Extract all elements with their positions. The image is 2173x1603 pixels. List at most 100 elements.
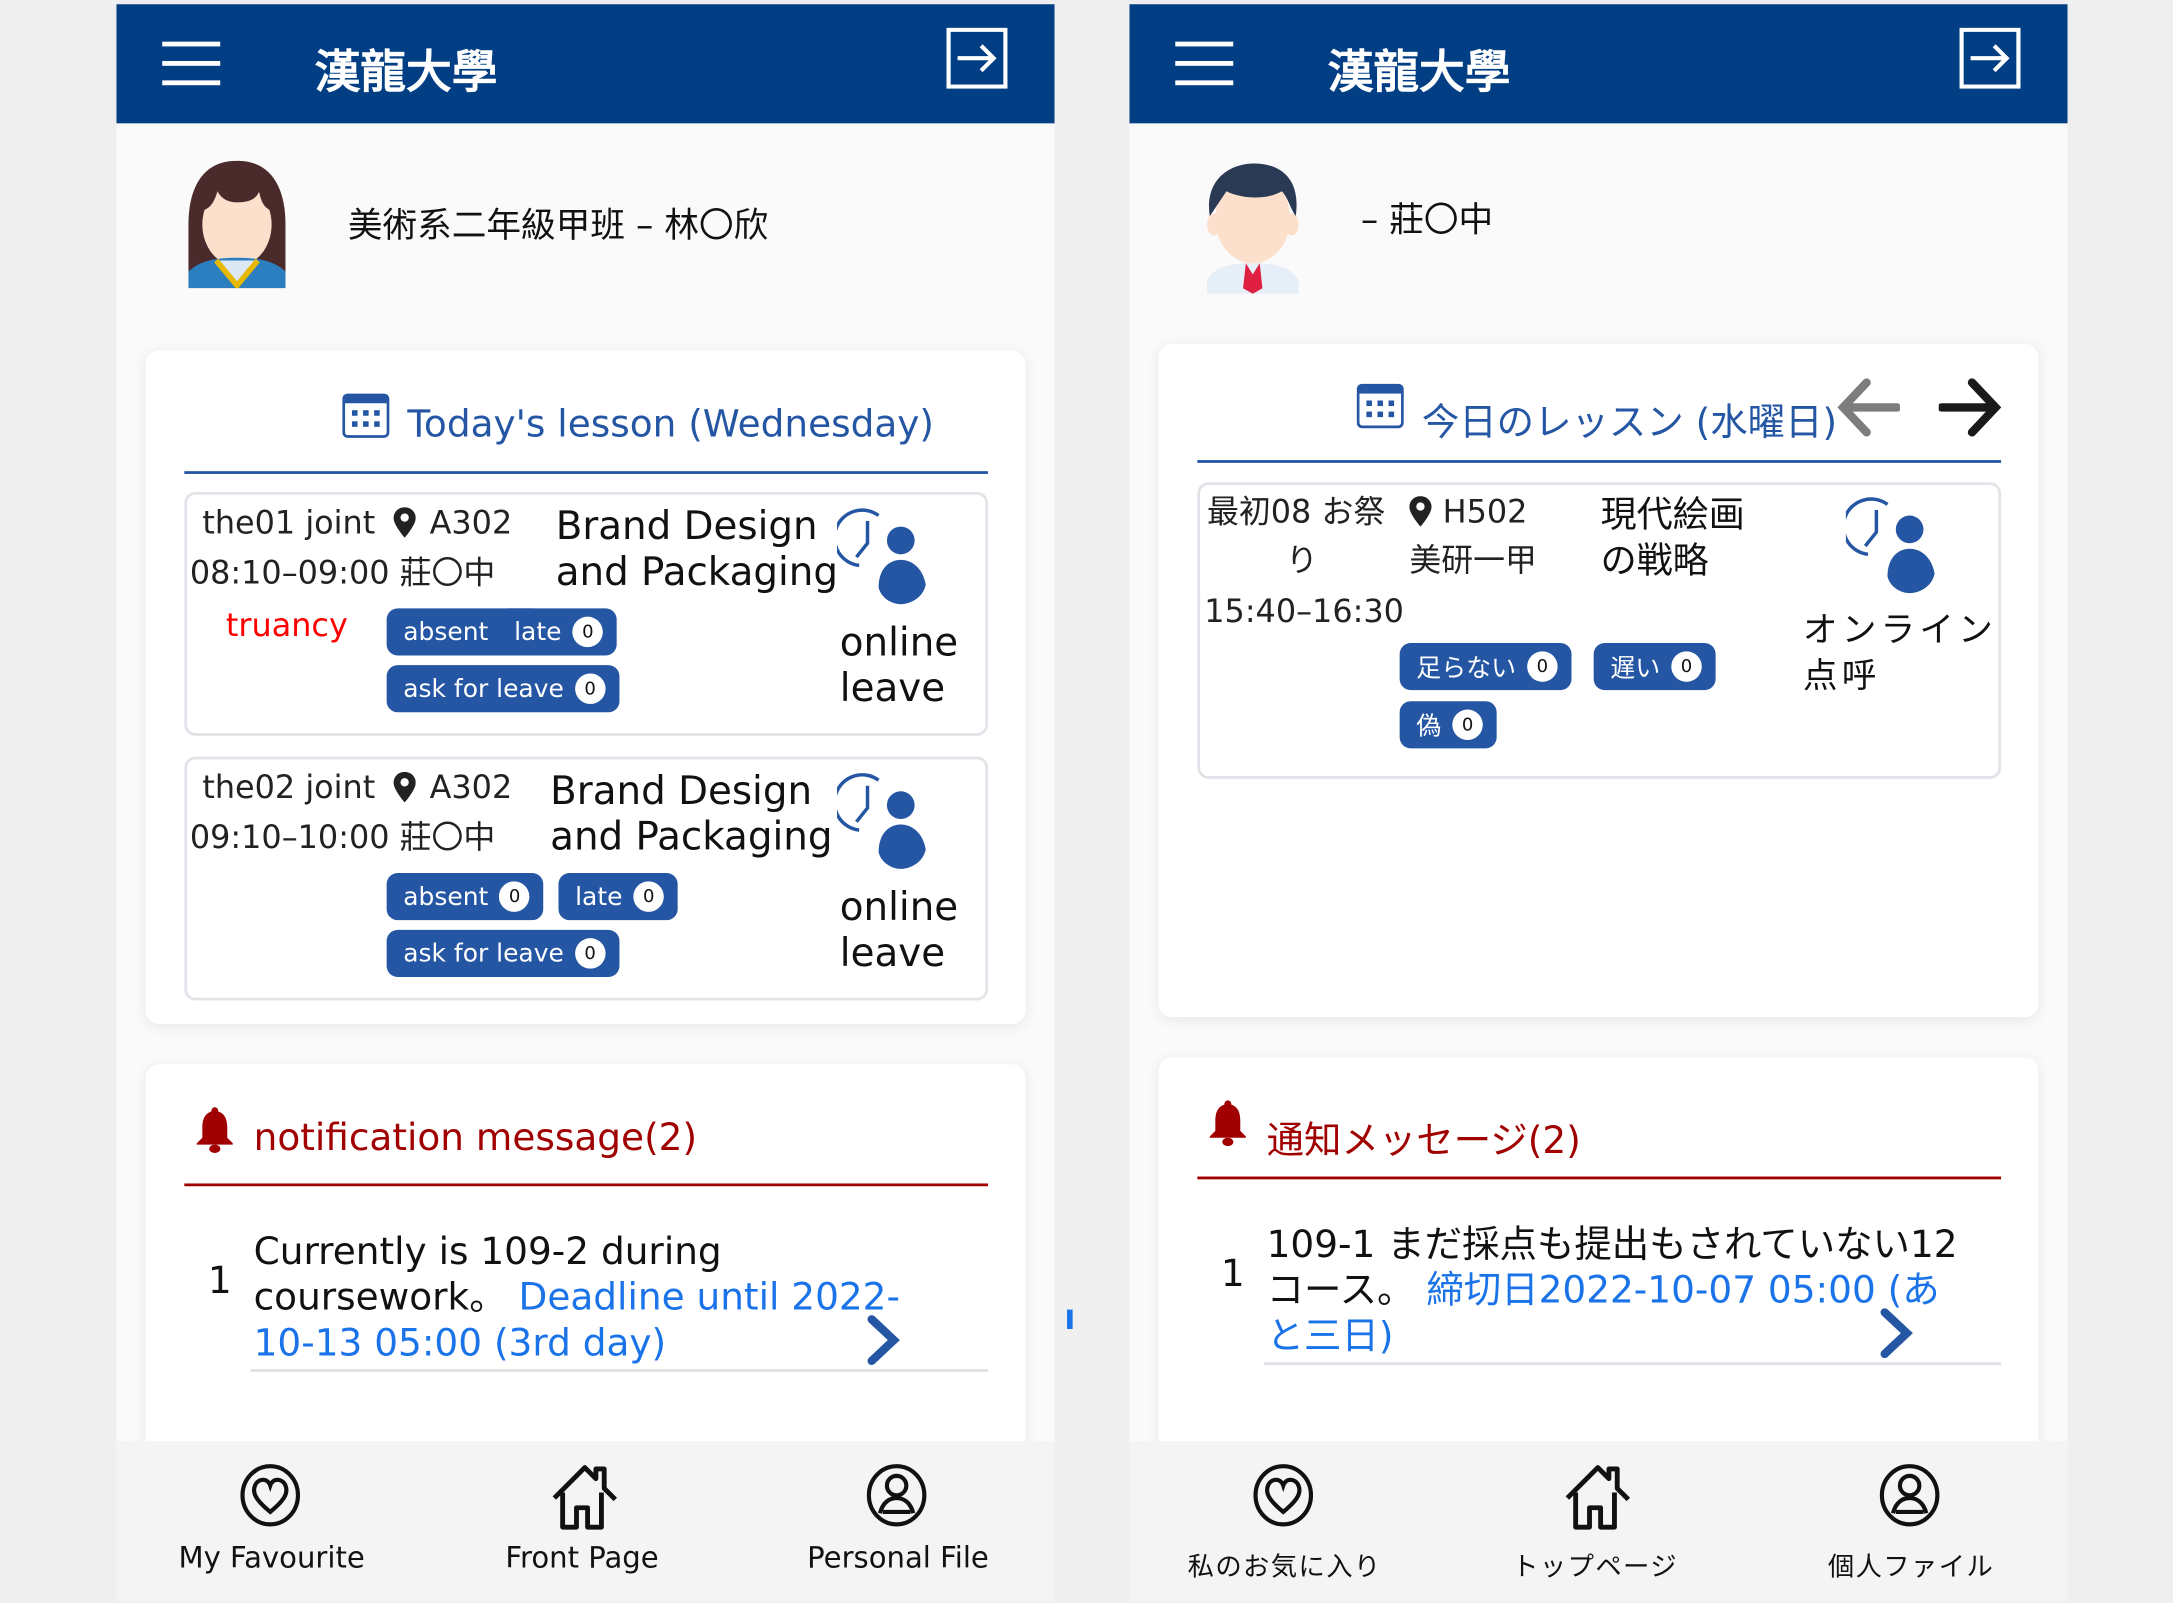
online-rollcall-icon[interactable] <box>1841 496 1946 601</box>
attendance-status: truancy <box>225 608 348 645</box>
course-line: Brand Design <box>550 767 813 814</box>
nav-person[interactable]: Personal File <box>807 1441 989 1600</box>
badge-2[interactable]: ask for leave 0 <box>386 665 620 713</box>
notification-item[interactable]: Currently is 109-2 during coursework。 De… <box>254 1229 947 1366</box>
app-header: 漢龍大學 <box>116 4 1055 124</box>
todays-lesson-card: 今日のレッスン (水曜日) 最初08 お祭り H502 美研一甲 15:40–16:30… <box>1158 343 2039 1018</box>
logout-button[interactable] <box>946 27 1008 95</box>
badge-2[interactable]: ask for leave 0 <box>386 929 620 977</box>
female-student-avatar <box>183 160 291 294</box>
notification-open-button[interactable] <box>865 1315 901 1370</box>
badge-label: ask for leave <box>403 938 564 968</box>
logout-button[interactable] <box>1959 27 2021 95</box>
chevron-right-icon <box>865 1315 901 1370</box>
menu-button[interactable] <box>162 41 221 92</box>
home-icon <box>549 1462 621 1537</box>
prev-day-button[interactable] <box>1836 377 1902 444</box>
app-header: 漢龍大學 <box>1129 4 2068 124</box>
badge-count: 0 <box>1671 651 1702 682</box>
bell-icon <box>195 1106 234 1159</box>
online-leave-icon[interactable] <box>832 772 937 877</box>
nav-label: トップページ <box>1512 1552 1678 1583</box>
todays-lesson-card: Today's lesson (Wednesday) the01 joint A30… <box>145 350 1026 1025</box>
course-name[interactable]: Brand Design and Packaging <box>556 503 838 594</box>
phone-screen-1: 漢龍大學 – 莊〇中 今日のレッスン (水曜日) 最初08 お祭り H502 美研一甲 15… <box>1129 4 2068 1601</box>
nav-home[interactable]: Front Page <box>499 1441 665 1600</box>
hamburger-icon <box>1175 41 1234 91</box>
badge-1[interactable]: late 0 <box>558 873 678 921</box>
arrow-left-icon <box>1836 378 1902 443</box>
profile-name: 美術系二年級甲班 – 林〇欣 <box>347 205 769 246</box>
course-line: 現代絵画 <box>1600 494 1745 537</box>
nav-home[interactable]: トップページ <box>1512 1441 1678 1600</box>
online-leave-label[interactable]: online leave <box>840 619 958 710</box>
online-line: オンライン <box>1802 609 1997 650</box>
badge-1[interactable]: late 0 <box>497 608 617 656</box>
app-stage: 漢龍大學美術系二年級甲班 – 林〇欣 Today's lesson (Wednes… <box>0 0 2173 1603</box>
badge-count: 0 <box>572 616 604 648</box>
badge-0[interactable]: 足らない 0 <box>1399 643 1572 691</box>
badge-label: absent <box>403 882 489 912</box>
badge-count: 0 <box>499 881 530 912</box>
lesson-room: H502 <box>1442 494 1528 531</box>
person-icon <box>1878 1462 1942 1534</box>
location-pin-icon <box>393 507 416 543</box>
chevron-right-icon <box>1878 1308 1914 1363</box>
online-leave-label[interactable]: online leave <box>840 884 958 975</box>
course-name[interactable]: 現代絵画 の戦略 <box>1601 493 1745 584</box>
lesson-time: 08:10–09:00 莊〇中 <box>190 550 495 597</box>
badge-label: 遅い <box>1610 654 1661 684</box>
nav-label: Personal File <box>807 1541 989 1575</box>
phone-screen-0: 漢龍大學美術系二年級甲班 – 林〇欣 Today's lesson (Wednes… <box>116 4 1055 1601</box>
badge-count: 0 <box>633 881 665 912</box>
badge-label: absent <box>403 617 489 647</box>
lesson-teacher: 莊〇中 <box>399 555 496 592</box>
notification-index: 1 <box>207 1259 232 1303</box>
lesson-time-text: 08:10–09:00 <box>189 555 390 592</box>
badge-label: 偽 <box>1416 712 1442 742</box>
badge-count: 0 <box>1527 651 1558 682</box>
bottom-nav: My Favourite Front Page Personal File <box>116 1441 1055 1601</box>
lesson-time-text: 09:10–10:00 <box>189 820 390 857</box>
notification-item[interactable]: 109-1 まだ採点も提出もされていない12 コース。 締切日2022-10-0… <box>1267 1222 1960 1359</box>
logout-icon <box>946 27 1008 94</box>
location-pin-icon <box>1409 496 1432 532</box>
location-pin-icon <box>393 771 416 808</box>
notification-divider <box>184 1183 989 1187</box>
badge-label: late <box>575 882 623 912</box>
badge-2[interactable]: 偽0 <box>1399 701 1497 749</box>
bell-icon <box>1208 1099 1247 1152</box>
nav-heart[interactable]: My Favourite <box>178 1441 365 1600</box>
badge-0[interactable]: absent 0 <box>386 873 544 921</box>
male-teacher-avatar <box>1199 161 1307 300</box>
arrow-right-icon <box>1937 378 2003 443</box>
home-icon <box>1562 1462 1634 1537</box>
badge-label: 足らない <box>1416 654 1517 684</box>
lesson-card-divider <box>1197 460 2002 463</box>
calendar-icon <box>1356 382 1404 435</box>
online-leave-icon[interactable] <box>832 507 937 612</box>
next-day-button[interactable] <box>1937 377 2003 444</box>
app-title: 漢龍大學 <box>314 44 498 99</box>
course-name[interactable]: Brand Design and Packaging <box>550 768 832 859</box>
nav-label: 個人ファイル <box>1827 1552 1995 1583</box>
notification-title: notification message(2) <box>253 1116 698 1160</box>
menu-button[interactable] <box>1175 41 1234 92</box>
badge-count: 0 <box>1452 709 1483 741</box>
course-line: and Packaging <box>550 813 833 860</box>
lesson-period: the01 joint <box>202 505 376 542</box>
lesson-card-title: Today's lesson (Wednesday) <box>407 403 935 447</box>
course-line: の戦略 <box>1600 540 1709 583</box>
bottom-nav: 私のお気に入り トップページ 個人ファイル <box>1129 1441 2068 1601</box>
notification-divider <box>1197 1176 2002 1180</box>
calendar-icon <box>342 392 390 445</box>
nav-person[interactable]: 個人ファイル <box>1828 1441 1994 1600</box>
badge-count: 0 <box>574 938 606 969</box>
lesson-time: 15:40–16:30 <box>1204 594 1404 631</box>
heart-icon <box>1251 1462 1315 1534</box>
online-rollcall-label[interactable]: オンライン 点呼 <box>1803 607 1997 698</box>
notification-open-button[interactable] <box>1878 1308 1914 1363</box>
nav-heart[interactable]: 私のお気に入り <box>1188 1441 1380 1600</box>
badge-1[interactable]: 遅い 0 <box>1593 643 1716 691</box>
course-line: and Packaging <box>555 548 839 595</box>
